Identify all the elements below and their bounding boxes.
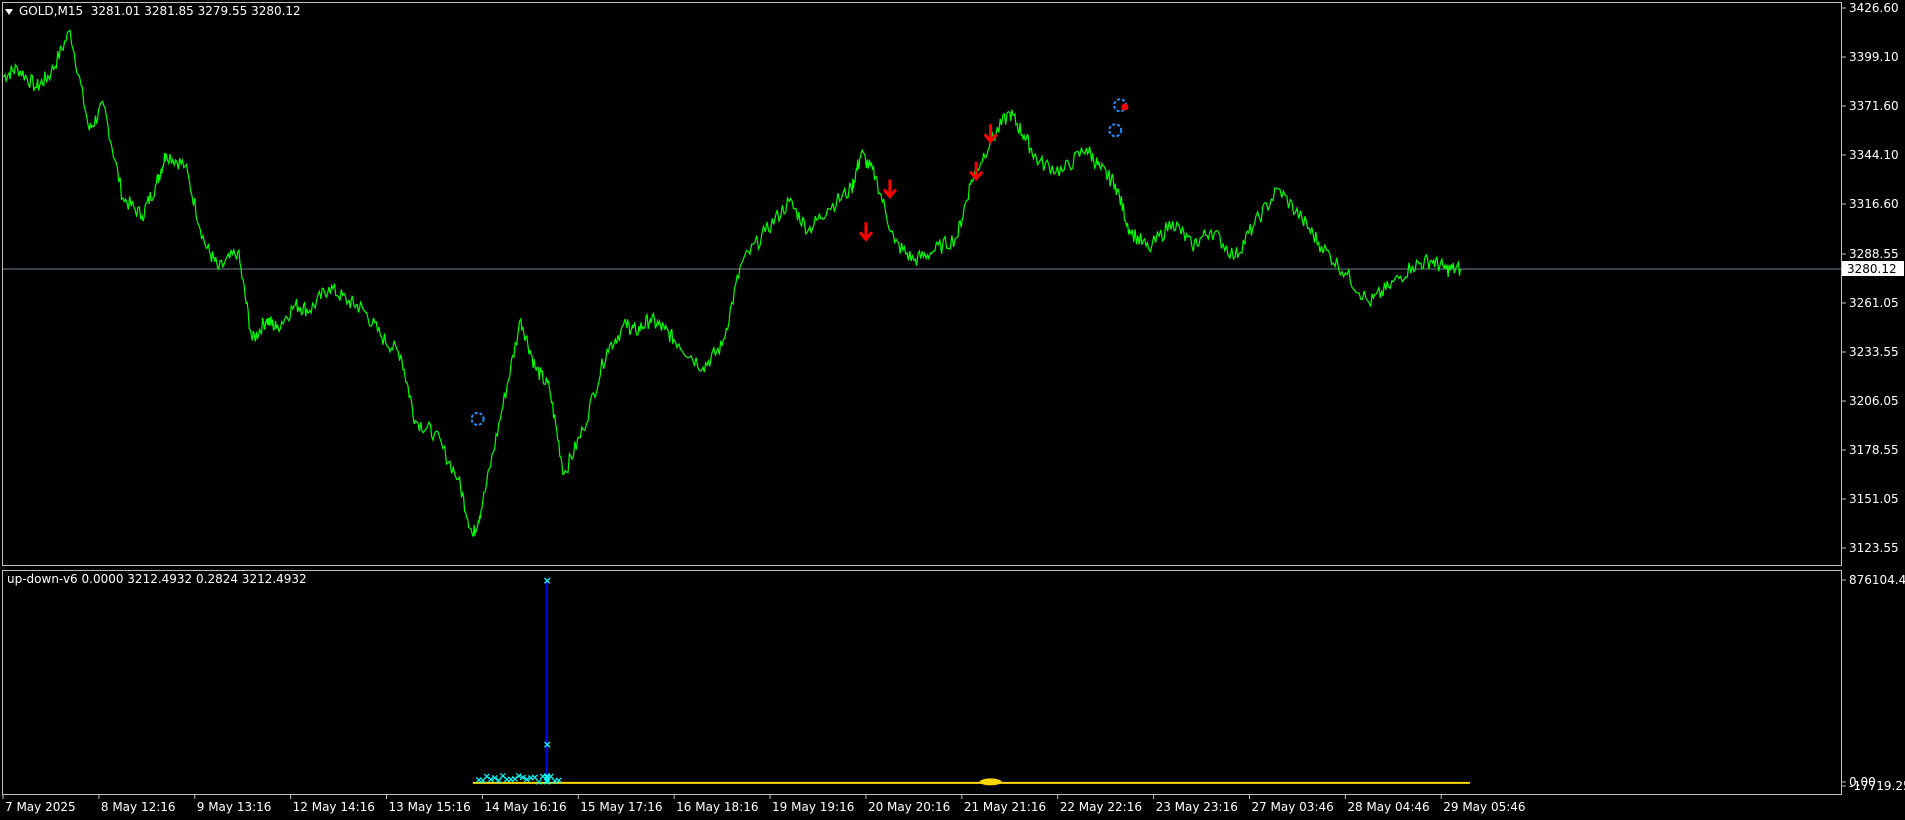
y-tick-label: 3233.55 [1849,345,1899,359]
x-tick-label: 21 May 21:16 [964,800,1046,814]
indicator-chart[interactable]: ×××××××××××××××××××××××××× [472,574,1470,788]
y-tick-label: 3151.05 [1849,492,1899,506]
x-tick-label: 8 May 12:16 [101,800,176,814]
x-tick-label: 13 May 15:16 [389,800,471,814]
x-tick-label: 7 May 2025 [5,800,76,814]
y-tick-label: 3261.05 [1849,296,1899,310]
sub-y-tick-label: -17719.25 [1849,779,1905,793]
y-tick-label: 3178.55 [1849,443,1899,457]
y-tick-label: 3371.60 [1849,99,1899,113]
sub-chart-frame [2,570,1842,795]
x-tick-label: 22 May 22:16 [1060,800,1142,814]
sub-y-tick-label: 876104.42 [1849,573,1905,587]
y-tick-label: 3316.60 [1849,197,1899,211]
x-tick-label: 14 May 16:16 [484,800,566,814]
y-tick-label: 3123.55 [1849,541,1899,555]
chart-canvas[interactable]: ×××××××××××××××××××××××××× 3426.603399.1… [0,0,1905,820]
x-tick-label: 16 May 18:16 [676,800,758,814]
price-line [2,29,1461,537]
cross-marker: × [555,776,563,787]
yellow-blob [979,778,1002,786]
down-arrow-icon [858,222,874,242]
x-tick-label: 29 May 05:46 [1443,800,1525,814]
x-tick-label: 28 May 04:46 [1347,800,1429,814]
x-tick-label: 19 May 19:16 [772,800,854,814]
x-tick-label: 12 May 14:16 [293,800,375,814]
sun-signal-icon [470,411,485,426]
axes: 3426.60 3399.10 3371.60 3344.10 3316.60 3288.… [2,1,1905,814]
x-tick-label: 23 May 23:16 [1156,800,1238,814]
x-tick-label: 15 May 17:16 [580,800,662,814]
red-dot-marker [1121,103,1129,111]
down-arrow-icon [882,179,898,199]
y-tick-label: 3399.10 [1849,50,1899,64]
y-tick-label: 3426.60 [1849,1,1899,15]
main-chart[interactable] [2,29,1841,537]
x-tick-label: 9 May 13:16 [197,800,272,814]
current-price-label: 3280.12 [1847,262,1897,276]
cross-marker: × [543,738,552,751]
cross-marker: × [543,574,552,587]
y-tick-label: 3206.05 [1849,394,1899,408]
x-tick-label: 20 May 20:16 [868,800,950,814]
x-tick-label: 27 May 03:46 [1251,800,1333,814]
sun-signal-icon [1108,123,1123,138]
main-chart-frame [2,2,1842,566]
y-tick-label: 3344.10 [1849,148,1899,162]
y-tick-label: 3288.55 [1849,247,1899,261]
